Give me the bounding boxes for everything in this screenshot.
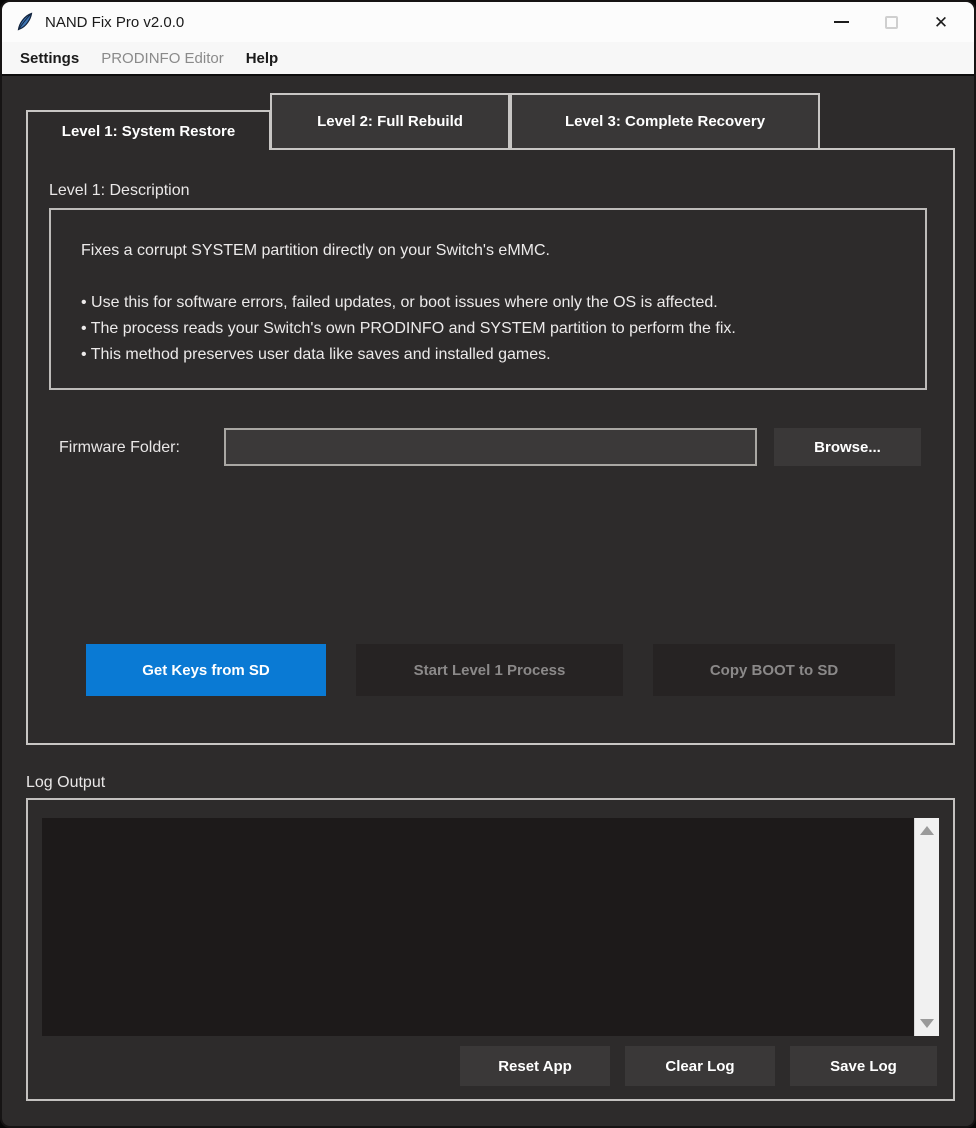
level1-tab-panel: Level 1: Description Fixes a corrupt SYS… xyxy=(26,148,955,745)
scroll-down-icon[interactable] xyxy=(920,1019,934,1028)
reset-app-button[interactable]: Reset App xyxy=(460,1046,610,1086)
app-feather-icon xyxy=(14,11,36,33)
maximize-icon xyxy=(885,16,898,29)
menu-item-settings[interactable]: Settings xyxy=(14,47,85,70)
description-line: • Use this for software errors, failed u… xyxy=(81,290,905,316)
start-level1-process-button[interactable]: Start Level 1 Process xyxy=(356,644,623,696)
firmware-folder-input[interactable] xyxy=(224,428,757,466)
close-icon: ✕ xyxy=(934,14,948,31)
description-box: Fixes a corrupt SYSTEM partition directl… xyxy=(49,208,927,390)
scroll-up-icon[interactable] xyxy=(920,826,934,835)
tab-level-3-complete-recovery[interactable]: Level 3: Complete Recovery xyxy=(510,93,820,148)
clear-log-button[interactable]: Clear Log xyxy=(625,1046,775,1086)
description-group-label: Level 1: Description xyxy=(49,182,190,200)
description-line: • This method preserves user data like s… xyxy=(81,342,905,368)
window-controls: ✕ xyxy=(816,2,974,42)
minimize-button[interactable] xyxy=(816,2,866,42)
titlebar: NAND Fix Pro v2.0.0 ✕ xyxy=(2,2,974,42)
description-line: • The process reads your Switch's own PR… xyxy=(81,316,905,342)
get-keys-from-sd-button[interactable]: Get Keys from SD xyxy=(86,644,326,696)
browse-button[interactable]: Browse... xyxy=(774,428,921,466)
main-content: Level 2: Full Rebuild Level 3: Complete … xyxy=(2,78,974,1126)
description-line xyxy=(81,264,905,290)
window-title: NAND Fix Pro v2.0.0 xyxy=(45,14,184,31)
tab-level-2-full-rebuild[interactable]: Level 2: Full Rebuild xyxy=(270,93,510,148)
log-output-label: Log Output xyxy=(26,774,105,792)
tab-level-1-system-restore[interactable]: Level 1: System Restore xyxy=(26,110,271,150)
log-scrollbar[interactable] xyxy=(914,818,939,1036)
description-line: Fixes a corrupt SYSTEM partition directl… xyxy=(81,238,905,264)
maximize-button[interactable] xyxy=(866,2,916,42)
close-button[interactable]: ✕ xyxy=(916,2,966,42)
menu-item-prodinfo-editor[interactable]: PRODINFO Editor xyxy=(95,47,230,70)
save-log-button[interactable]: Save Log xyxy=(790,1046,937,1086)
log-output-area[interactable] xyxy=(42,818,939,1036)
log-button-row: Reset App Clear Log Save Log xyxy=(460,1046,937,1086)
copy-boot-to-sd-button[interactable]: Copy BOOT to SD xyxy=(653,644,895,696)
app-window: NAND Fix Pro v2.0.0 ✕ Settings PRODINFO … xyxy=(0,0,976,1128)
menu-item-help[interactable]: Help xyxy=(240,47,285,70)
minimize-icon xyxy=(834,21,849,23)
log-output-frame: Reset App Clear Log Save Log xyxy=(26,798,955,1101)
firmware-folder-label: Firmware Folder: xyxy=(59,439,180,457)
menubar: Settings PRODINFO Editor Help xyxy=(2,42,974,76)
